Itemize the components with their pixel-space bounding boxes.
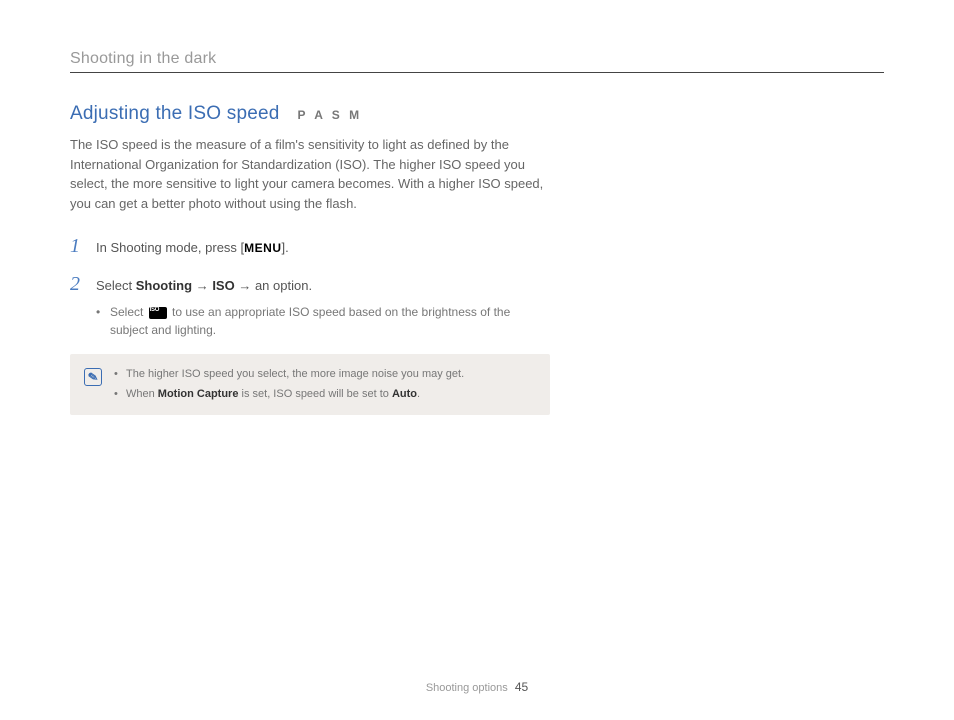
step-2: 2 Select Shooting → ISO → an option. Sel… (70, 273, 550, 340)
note-item: When Motion Capture is set, ISO speed wi… (114, 386, 536, 403)
bold-auto: Auto (392, 388, 417, 400)
menu-button-label: MENU (244, 241, 281, 255)
bold-iso: ISO (212, 278, 234, 293)
content-column: Adjusting the ISO speed P A S M The ISO … (70, 103, 550, 415)
section-heading: Adjusting the ISO speed P A S M (70, 103, 550, 125)
step-1: 1 In Shooting mode, press [MENU]. (70, 235, 550, 259)
step-text: In Shooting mode, press [ (96, 240, 244, 255)
mode-indicators: P A S M (298, 108, 363, 122)
note-text: . (417, 388, 420, 400)
note-text: When (126, 388, 158, 400)
page-footer: Shooting options 45 (0, 680, 954, 694)
step-body: In Shooting mode, press [MENU]. (96, 235, 289, 259)
note-item: The higher ISO speed you select, the mor… (114, 366, 536, 383)
intro-paragraph: The ISO speed is the measure of a film's… (70, 135, 550, 213)
arrow: → (192, 278, 212, 293)
note-text: is set, ISO speed will be set to (238, 388, 391, 400)
step-text: Select (96, 278, 136, 293)
step-body: Select Shooting → ISO → an option. Selec… (96, 273, 550, 340)
page-header: Shooting in the dark (70, 50, 884, 73)
note-icon: ✎ (84, 368, 102, 386)
sub-text: Select (110, 305, 147, 319)
arrow: → (235, 278, 255, 293)
sub-bullet-list: Select to use an appropriate ISO speed b… (96, 303, 550, 340)
bold-shooting: Shooting (136, 278, 192, 293)
page-number: 45 (515, 680, 528, 694)
section-title: Adjusting the ISO speed (70, 103, 280, 125)
sub-bullet: Select to use an appropriate ISO speed b… (96, 303, 550, 340)
step-text: an option. (255, 278, 312, 293)
sub-text: to use an appropriate ISO speed based on… (110, 305, 510, 338)
bold-motion-capture: Motion Capture (158, 388, 239, 400)
step-number: 1 (70, 235, 86, 259)
note-box: ✎ The higher ISO speed you select, the m… (70, 354, 550, 415)
step-number: 2 (70, 273, 86, 340)
steps-list: 1 In Shooting mode, press [MENU]. 2 Sele… (70, 235, 550, 340)
iso-auto-icon (149, 307, 167, 319)
page: Shooting in the dark Adjusting the ISO s… (0, 0, 954, 720)
note-list: The higher ISO speed you select, the mor… (114, 366, 536, 403)
footer-section: Shooting options (426, 682, 508, 694)
step-text: ]. (282, 240, 289, 255)
